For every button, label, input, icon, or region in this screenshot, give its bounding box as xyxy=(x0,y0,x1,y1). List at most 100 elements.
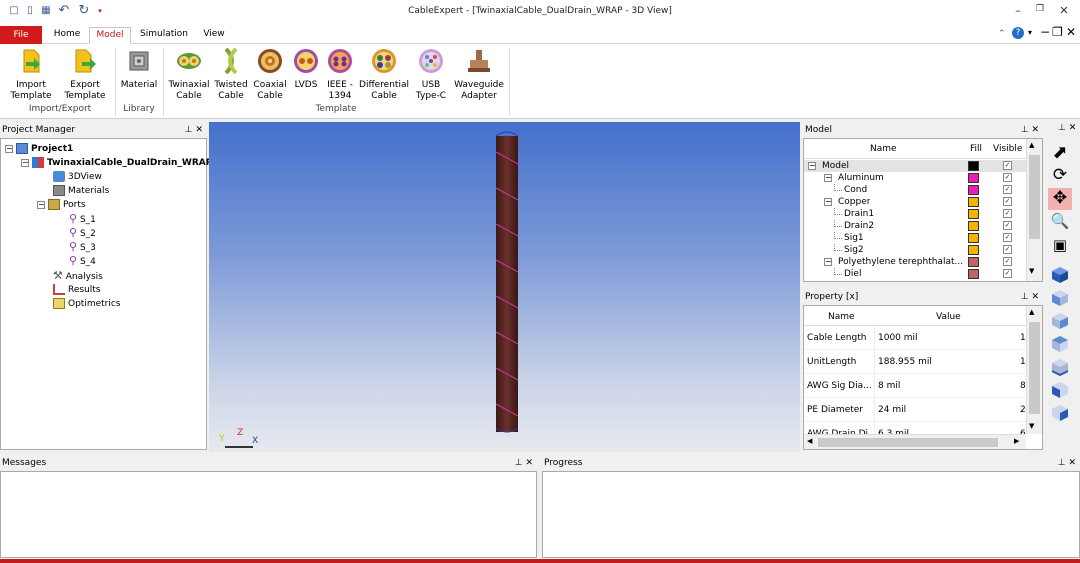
ieee-1394-button[interactable]: IEEE - 1394 xyxy=(323,48,357,102)
fill-swatch[interactable] xyxy=(968,209,979,219)
collapse-icon[interactable]: − xyxy=(824,198,832,206)
model-row[interactable]: Drain2 ✓ xyxy=(804,220,1026,232)
select-icon[interactable]: ⬈ xyxy=(1048,142,1072,164)
zoom-fit-icon[interactable]: ▣ xyxy=(1048,236,1072,258)
zoom-icon[interactable]: 🔍 xyxy=(1048,212,1072,234)
import-template-button[interactable]: Import Template xyxy=(8,48,54,102)
scroll-thumb[interactable] xyxy=(1029,322,1040,414)
collapse-ribbon-icon[interactable]: ⌃ xyxy=(998,29,1006,39)
model-row[interactable]: Sig2 ✓ xyxy=(804,244,1026,256)
tree-cable[interactable]: − TwinaxialCable_DualDrain_WRAP xyxy=(21,156,212,170)
restore-icon[interactable]: ❐ xyxy=(1030,4,1050,20)
usb-type-c-button[interactable]: USB Type-C xyxy=(412,48,450,102)
view-bottom-icon[interactable] xyxy=(1048,358,1072,380)
mdi-minimize-icon[interactable]: − xyxy=(1040,25,1050,39)
pin-icon[interactable]: ⊥ xyxy=(1021,292,1029,302)
fill-swatch[interactable] xyxy=(968,173,979,183)
tree-3dview[interactable]: 3DView xyxy=(53,170,102,184)
fill-swatch[interactable] xyxy=(968,245,979,255)
model-row[interactable]: − Aluminum ✓ xyxy=(804,172,1026,184)
fill-swatch[interactable] xyxy=(968,185,979,195)
mdi-close-icon[interactable]: ✕ xyxy=(1066,25,1076,39)
property-row[interactable]: Cable Length 1000 mil 1 xyxy=(804,327,1026,350)
close-icon[interactable]: ✕ xyxy=(1069,123,1077,133)
scroll-right-icon[interactable]: ▶ xyxy=(1014,437,1019,445)
property-value[interactable]: 8 mil xyxy=(878,381,1008,391)
model-row[interactable]: Sig1 ✓ xyxy=(804,232,1026,244)
lvds-button[interactable]: LVDS xyxy=(292,48,320,91)
scroll-up-icon[interactable]: ▲ xyxy=(1029,141,1034,149)
close-window-icon[interactable]: ✕ xyxy=(1054,4,1074,20)
tree-port[interactable]: ⚲ S_2 xyxy=(69,226,96,240)
fill-swatch[interactable] xyxy=(968,257,979,267)
close-icon[interactable]: ✕ xyxy=(195,125,203,135)
property-row[interactable]: PE Diameter 24 mil 2 xyxy=(804,399,1026,422)
pin-icon[interactable]: ⊥ xyxy=(1058,458,1066,468)
model-row[interactable]: − Copper ✓ xyxy=(804,196,1026,208)
scroll-left-icon[interactable]: ◀ xyxy=(807,437,812,445)
visible-checkbox[interactable]: ✓ xyxy=(1003,197,1012,206)
tree-ports[interactable]: − Ports xyxy=(37,198,86,212)
scroll-down-icon[interactable]: ▼ xyxy=(1029,267,1034,275)
scroll-thumb[interactable] xyxy=(818,438,998,447)
visible-checkbox[interactable]: ✓ xyxy=(1003,185,1012,194)
tree-analysis[interactable]: ⚒ Analysis xyxy=(53,269,103,283)
pin-icon[interactable]: ⊥ xyxy=(515,458,523,468)
tab-simulation[interactable]: Simulation xyxy=(136,27,192,44)
collapse-icon[interactable]: − xyxy=(5,144,13,153)
model-row[interactable]: Diel ✓ xyxy=(804,268,1026,280)
view-top-icon[interactable] xyxy=(1048,335,1072,357)
help-dropdown-icon[interactable]: ▾ xyxy=(1028,28,1032,37)
property-value[interactable]: 1000 mil xyxy=(878,333,1008,343)
scroll-up-icon[interactable]: ▲ xyxy=(1029,308,1034,316)
file-menu[interactable]: File xyxy=(0,26,42,44)
tree-project[interactable]: − Project1 xyxy=(5,142,73,156)
pin-icon[interactable]: ⊥ xyxy=(1058,123,1066,133)
close-icon[interactable]: ✕ xyxy=(1031,125,1039,135)
fill-swatch[interactable] xyxy=(968,233,979,243)
fill-swatch[interactable] xyxy=(968,221,979,231)
property-value[interactable]: 24 mil xyxy=(878,405,1008,415)
tab-model[interactable]: Model xyxy=(89,27,131,44)
visible-checkbox[interactable]: ✓ xyxy=(1003,173,1012,182)
tree-port[interactable]: ⚲ S_3 xyxy=(69,240,96,254)
visible-checkbox[interactable]: ✓ xyxy=(1003,233,1012,242)
pin-icon[interactable]: ⊥ xyxy=(1021,125,1029,135)
visible-checkbox[interactable]: ✓ xyxy=(1003,245,1012,254)
collapse-icon[interactable]: − xyxy=(37,200,45,209)
collapse-icon[interactable]: − xyxy=(824,174,832,182)
tree-port[interactable]: ⚲ S_4 xyxy=(69,254,96,268)
differential-cable-button[interactable]: Differential Cable xyxy=(358,48,410,102)
view-iso-icon[interactable] xyxy=(1048,266,1072,288)
property-scrollbar[interactable]: ▲ ▼ xyxy=(1026,306,1042,434)
tree-results[interactable]: Results xyxy=(53,283,101,297)
collapse-icon[interactable]: − xyxy=(808,162,816,170)
export-template-button[interactable]: Export Template xyxy=(62,48,108,102)
tab-home[interactable]: Home xyxy=(48,27,86,44)
collapse-icon[interactable]: − xyxy=(21,158,29,167)
view-back-icon[interactable] xyxy=(1048,312,1072,334)
close-icon[interactable]: ✕ xyxy=(1031,292,1039,302)
fill-swatch[interactable] xyxy=(968,269,979,279)
visible-checkbox[interactable]: ✓ xyxy=(1003,209,1012,218)
twisted-cable-button[interactable]: Twisted Cable xyxy=(212,47,250,102)
tab-view[interactable]: View xyxy=(198,27,230,44)
material-button[interactable]: Material xyxy=(119,48,159,91)
model-row[interactable]: − Model ✓ xyxy=(804,160,1026,172)
collapse-icon[interactable]: − xyxy=(824,258,832,266)
visible-checkbox[interactable]: ✓ xyxy=(1003,221,1012,230)
property-row[interactable]: UnitLength 188.955 mil 1 xyxy=(804,351,1026,374)
model-row[interactable]: Cond ✓ xyxy=(804,184,1026,196)
fill-swatch[interactable] xyxy=(968,197,979,207)
waveguide-adapter-button[interactable]: Waveguide Adapter xyxy=(452,48,506,102)
minimize-icon[interactable]: – xyxy=(1008,4,1028,20)
view-left-icon[interactable] xyxy=(1048,381,1072,403)
coaxial-cable-button[interactable]: Coaxial Cable xyxy=(251,48,289,102)
visible-checkbox[interactable]: ✓ xyxy=(1003,257,1012,266)
visible-checkbox[interactable]: ✓ xyxy=(1003,161,1012,170)
mdi-restore-icon[interactable]: ❐ xyxy=(1052,25,1063,39)
twinaxial-cable-button[interactable]: Twinaxial Cable xyxy=(167,48,211,102)
view-front-icon[interactable] xyxy=(1048,289,1072,311)
property-row[interactable]: AWG Sig Dia... 8 mil 8 xyxy=(804,375,1026,398)
tree-optimetrics[interactable]: Optimetrics xyxy=(53,297,121,311)
